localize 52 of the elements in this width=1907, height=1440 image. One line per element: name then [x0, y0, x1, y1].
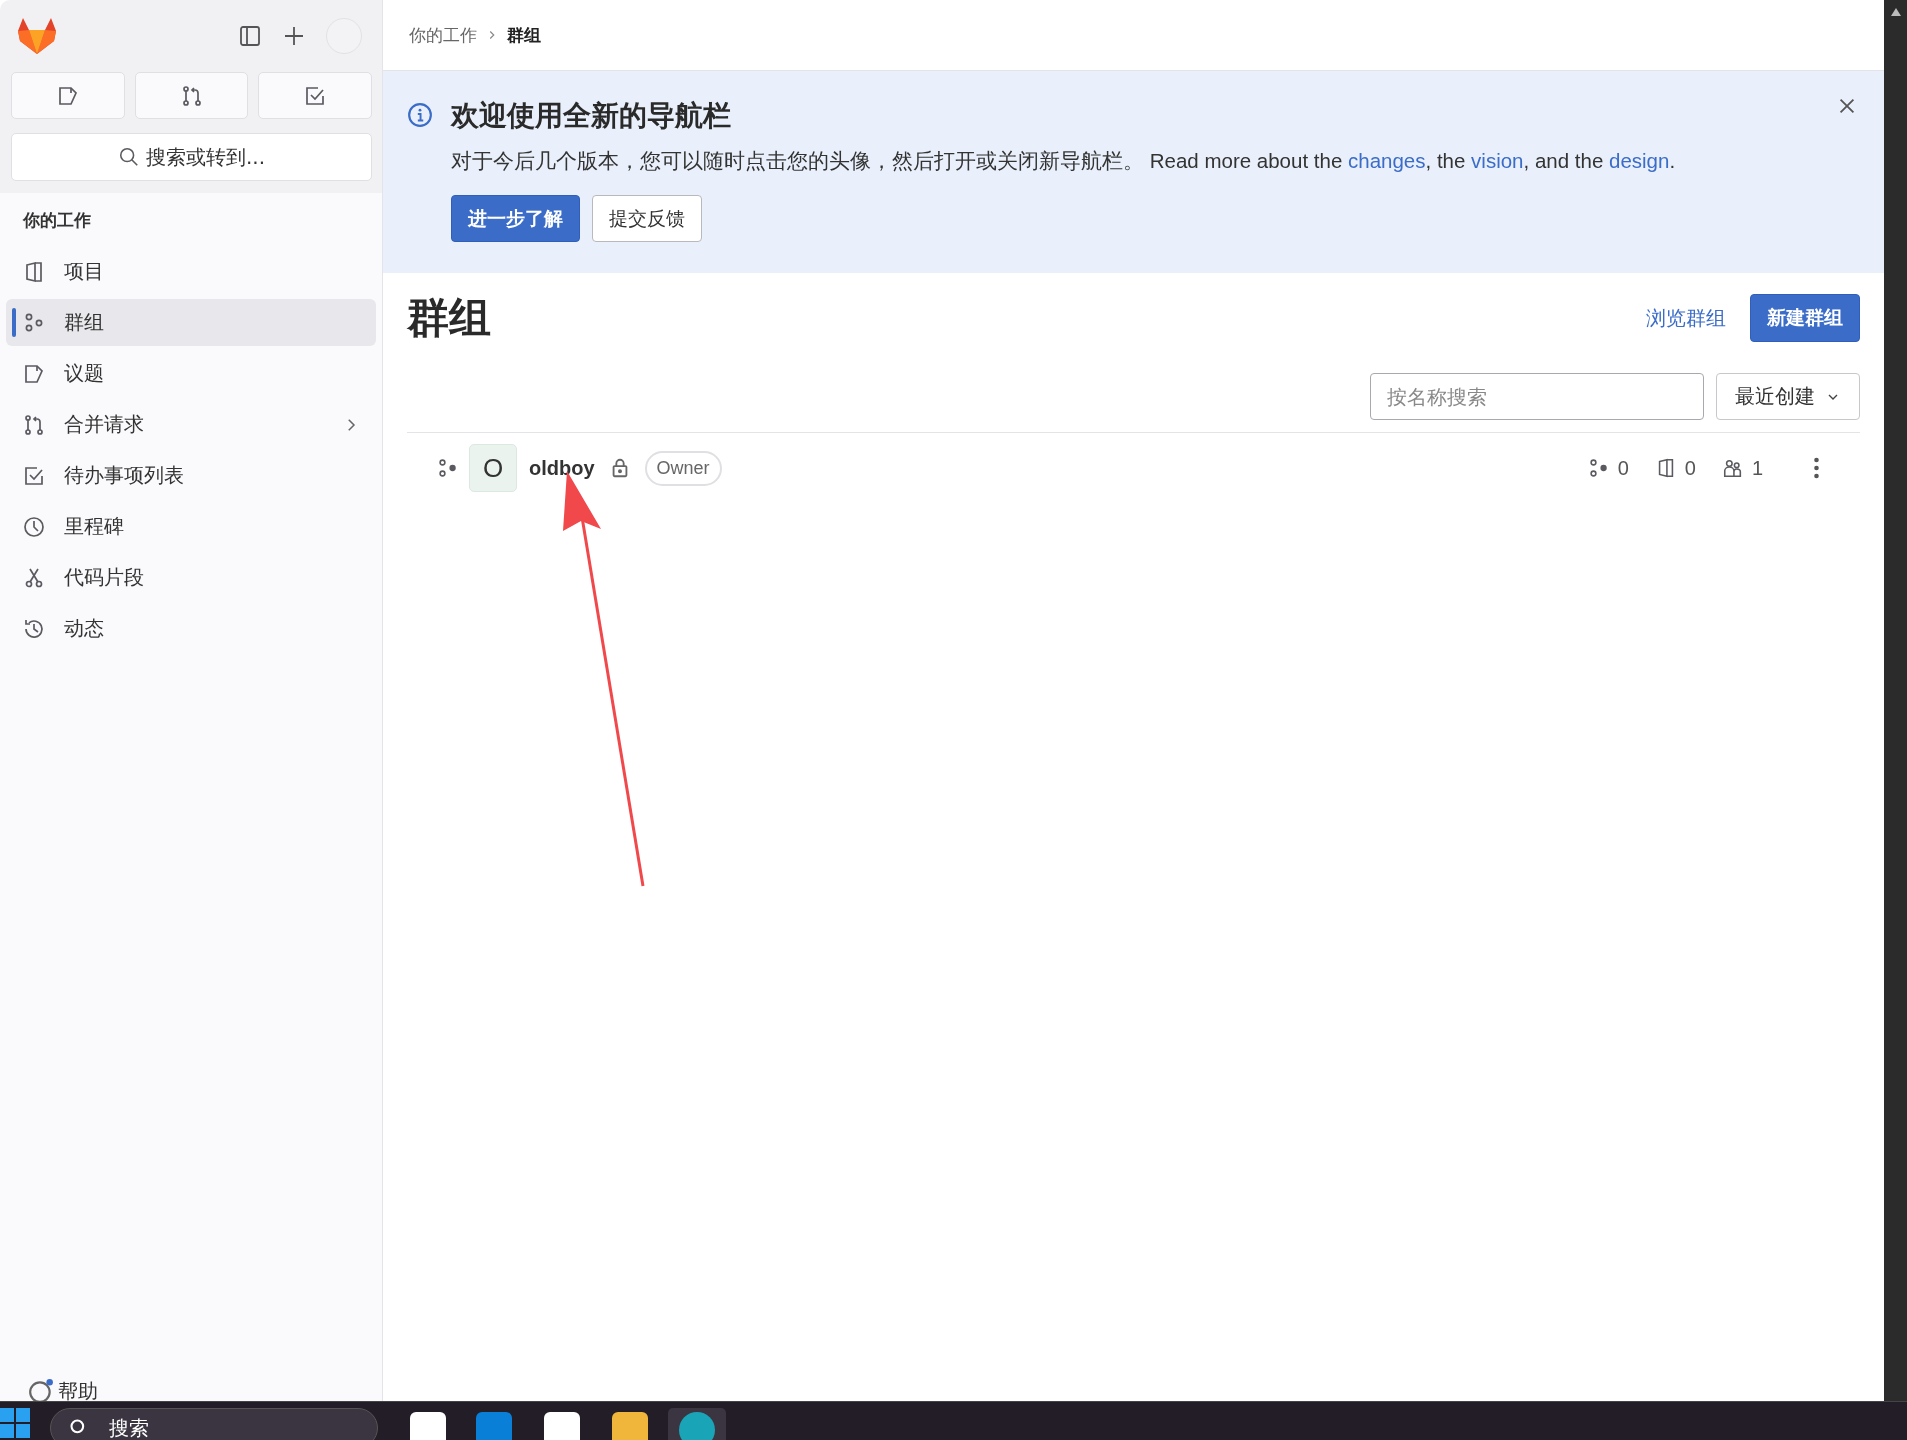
search-field[interactable]: 按名称搜索 — [1370, 373, 1704, 420]
sidebar-item[interactable]: 合并请求 — [6, 401, 376, 448]
banner-link[interactable]: vision — [1471, 149, 1524, 172]
role-badge: Owner — [644, 450, 722, 486]
search-icon — [117, 146, 140, 168]
banner-title: 欢迎使用全新的导航栏 — [451, 99, 732, 133]
sidebar-item[interactable]: 里程碑 — [6, 503, 376, 550]
subgroup-icon — [1587, 457, 1610, 479]
more-options-icon[interactable] — [1813, 456, 1820, 480]
breadcrumb-link[interactable]: 群组 — [507, 23, 541, 47]
sidebar-item[interactable]: 项目 — [6, 248, 376, 295]
fox-logo-icon[interactable] — [17, 17, 57, 55]
member-count: 1 — [1751, 456, 1763, 480]
clock-icon — [22, 514, 46, 539]
info-icon — [407, 102, 433, 128]
page-title: 群组 — [407, 293, 492, 343]
help-link[interactable]: 帮助 — [6, 1377, 376, 1401]
scrollbar[interactable] — [1884, 0, 1907, 1401]
quick-action-button[interactable] — [258, 72, 372, 119]
section-title: 你的工作 — [22, 210, 92, 232]
quick-action-button[interactable] — [11, 72, 125, 119]
plus-icon[interactable] — [282, 24, 306, 48]
sidebar-item[interactable]: 群组 — [6, 299, 376, 346]
new-group-button[interactable]: 新建群组 — [1750, 294, 1860, 342]
breadcrumb-link[interactable]: 你的工作 — [409, 23, 477, 47]
scroll-up-icon[interactable] — [1890, 8, 1901, 16]
sidebar-toggle-icon[interactable] — [238, 24, 262, 48]
group-icon — [437, 457, 459, 479]
sidebar-item[interactable]: 议题 — [6, 350, 376, 397]
learn-more-button[interactable]: 进一步了解 — [451, 195, 580, 242]
banner-link[interactable]: design — [1609, 149, 1670, 172]
banner-link[interactable]: changes — [1348, 149, 1426, 172]
windows-icon[interactable] — [0, 1408, 30, 1438]
taskbar-search-field[interactable]: 搜索 — [50, 1408, 378, 1440]
sort-dropdown[interactable]: 最近创建 — [1716, 373, 1860, 420]
subgroup-count: 0 — [1617, 456, 1629, 480]
merge-request-icon — [22, 412, 46, 437]
explore-groups-link[interactable]: 浏览群组 — [1646, 304, 1726, 332]
group-row[interactable]: O oldboy Owner 0 0 1 — [407, 433, 1860, 503]
help-icon — [28, 1378, 54, 1401]
project-count: 0 — [1684, 456, 1696, 480]
members-icon — [1721, 457, 1744, 479]
sidebar-item[interactable]: 代码片段 — [6, 554, 376, 601]
sidebar-item[interactable]: 动态 — [6, 605, 376, 652]
banner-text: 对于今后几个版本，您可以随时点击您的头像，然后打开或关闭新导航栏。 Read more about the changes, the vision, and the design. — [451, 148, 1677, 174]
browser-taskbar-button[interactable] — [668, 1408, 726, 1440]
group-name-link[interactable]: oldboy — [529, 456, 595, 480]
sidebar-item[interactable]: 待办事项列表 — [6, 452, 376, 499]
quick-action-button[interactable] — [134, 72, 249, 119]
feedback-button[interactable]: 提交反馈 — [592, 195, 702, 242]
search-button[interactable]: 搜索或转到... — [11, 133, 372, 181]
group-avatar[interactable]: O — [469, 444, 517, 492]
